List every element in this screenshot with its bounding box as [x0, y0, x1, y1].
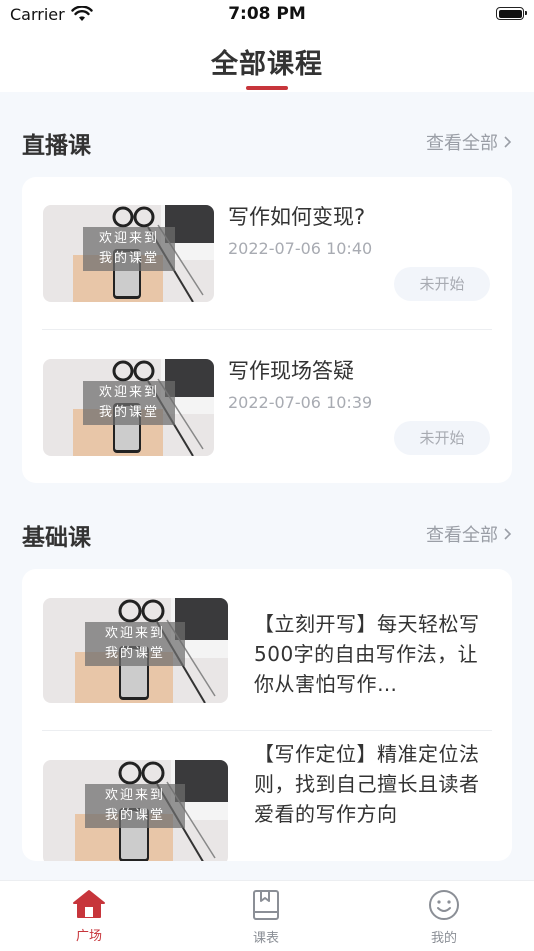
live-course-item[interactable]: 欢迎来到 我的课堂 写作现场答疑 2022-07-06 10:39 未开始 — [22, 331, 512, 481]
status-badge: 未开始 — [394, 421, 490, 455]
live-course-card: 欢迎来到 我的课堂 写作如何变现? 2022-07-06 10:40 未开始 欢… — [22, 177, 512, 483]
course-thumbnail: 欢迎来到 我的课堂 — [43, 760, 228, 861]
live-course-time: 2022-07-06 10:39 — [228, 393, 373, 412]
live-course-title: 写作如何变现? — [228, 205, 366, 229]
tab-schedule-label: 课表 — [252, 931, 279, 946]
book-icon — [253, 890, 279, 920]
basic-view-all-link[interactable]: 查看全部 — [426, 521, 512, 547]
status-time: 7:08 PM — [228, 4, 306, 24]
view-all-label: 查看全部 — [426, 133, 498, 154]
chevron-right-icon — [504, 528, 512, 540]
battery-icon — [496, 7, 527, 20]
divider — [42, 329, 492, 330]
thumb-line2: 我的课堂 — [98, 251, 159, 266]
tab-bar: 广场 课表 我的 — [0, 880, 534, 951]
course-thumbnail: 欢迎来到 我的课堂 — [43, 359, 214, 456]
status-bar: Carrier 7:08 PM — [0, 0, 534, 30]
basic-section-title: 基础课 — [22, 525, 91, 551]
smiley-icon — [429, 890, 459, 920]
basic-course-title: 【立刻开写】每天轻松写500字的自由写作法，让你从害怕写作… — [254, 612, 480, 696]
basic-course-item[interactable]: 欢迎来到 我的课堂 【写作定位】精准定位法则，找到自己擅长且读者爱看的写作方向 — [22, 731, 512, 861]
thumb-overlay-label: 欢迎来到 我的课堂 — [83, 227, 175, 271]
thumb-overlay-label: 欢迎来到 我的课堂 — [83, 381, 175, 425]
home-icon — [73, 890, 105, 918]
chevron-right-icon — [504, 136, 512, 148]
view-all-label: 查看全部 — [426, 525, 498, 546]
course-thumbnail: 欢迎来到 我的课堂 — [43, 598, 228, 703]
page-title: 全部课程 — [211, 49, 323, 80]
live-section-header: 直播课 查看全部 — [22, 126, 512, 159]
thumb-line1: 欢迎来到 — [98, 231, 159, 246]
basic-section-header: 基础课 查看全部 — [22, 518, 512, 551]
live-course-time: 2022-07-06 10:40 — [228, 239, 373, 258]
live-view-all-link[interactable]: 查看全部 — [426, 129, 512, 155]
live-course-title: 写作现场答疑 — [228, 359, 354, 383]
thumb-line2: 我的课堂 — [98, 405, 159, 420]
tab-home[interactable]: 广场 — [39, 889, 139, 949]
thumb-overlay-label: 欢迎来到 我的课堂 — [85, 622, 185, 666]
thumb-line1: 欢迎来到 — [104, 788, 165, 803]
tab-profile[interactable]: 我的 — [394, 889, 494, 949]
thumb-line1: 欢迎来到 — [104, 626, 165, 641]
live-section-title: 直播课 — [22, 133, 91, 159]
basic-course-title: 【写作定位】精准定位法则，找到自己擅长且读者爱看的写作方向 — [254, 742, 480, 826]
basic-course-card: 欢迎来到 我的课堂 【立刻开写】每天轻松写500字的自由写作法，让你从害怕写作…… — [22, 569, 512, 861]
thumb-line2: 我的课堂 — [104, 808, 165, 823]
thumb-line2: 我的课堂 — [104, 646, 165, 661]
thumb-line1: 欢迎来到 — [98, 385, 159, 400]
course-thumbnail: 欢迎来到 我的课堂 — [43, 205, 214, 302]
thumb-overlay-label: 欢迎来到 我的课堂 — [85, 784, 185, 828]
live-course-item[interactable]: 欢迎来到 我的课堂 写作如何变现? 2022-07-06 10:40 未开始 — [22, 177, 512, 327]
nav-header: 全部课程 — [0, 30, 534, 92]
tab-home-label: 广场 — [75, 929, 102, 944]
basic-course-item[interactable]: 欢迎来到 我的课堂 【立刻开写】每天轻松写500字的自由写作法，让你从害怕写作… — [22, 569, 512, 729]
tab-schedule[interactable]: 课表 — [216, 889, 316, 949]
status-badge: 未开始 — [394, 267, 490, 301]
title-underline — [246, 86, 288, 90]
tab-profile-label: 我的 — [430, 931, 457, 946]
